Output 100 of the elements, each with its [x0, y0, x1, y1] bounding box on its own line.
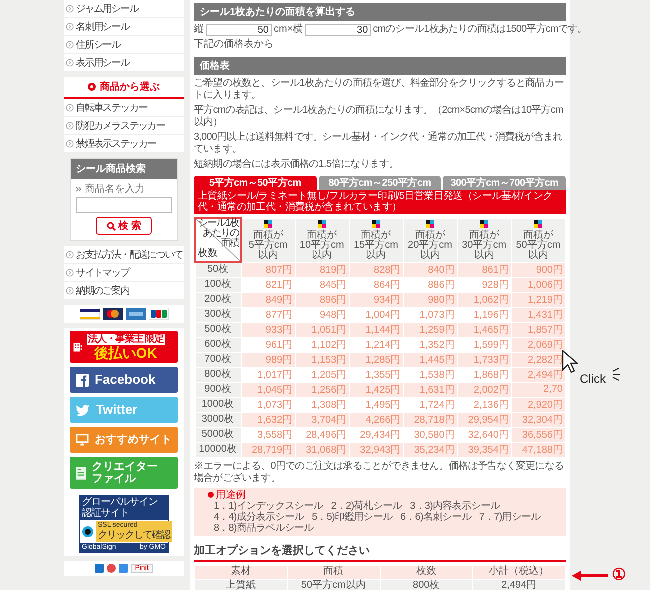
price-cell[interactable]: 2,70 [511, 382, 566, 397]
price-cell[interactable]: 886円 [403, 277, 458, 292]
size-tab[interactable]: 300平方cm～700平方cm [443, 176, 566, 190]
price-cell[interactable]: 877円 [241, 307, 296, 322]
price-cell[interactable]: 1,073円 [241, 397, 296, 412]
price-cell[interactable]: 1,465円 [457, 322, 512, 337]
price-cell[interactable]: 1,352円 [403, 337, 458, 352]
price-cell[interactable]: 1,153円 [295, 352, 350, 367]
sidebar-link[interactable]: 禁煙表示ステッカー [64, 135, 184, 153]
price-cell[interactable]: 1,259円 [403, 322, 458, 337]
price-cell[interactable]: 849円 [241, 292, 296, 307]
price-cell[interactable]: 1,445円 [403, 352, 458, 367]
price-cell[interactable]: 3,704円 [295, 412, 350, 427]
price-cell[interactable]: 1,431円 [511, 307, 566, 322]
price-cell[interactable]: 30,580円 [403, 427, 458, 442]
price-cell[interactable]: 1,073円 [403, 307, 458, 322]
price-cell[interactable]: 861円 [457, 262, 512, 277]
creator-file-banner[interactable]: クリエイター ファイル [70, 457, 178, 489]
price-cell[interactable]: 819円 [295, 262, 350, 277]
price-cell[interactable]: 1,006円 [511, 277, 566, 292]
price-cell[interactable]: 1,062円 [457, 292, 512, 307]
price-cell[interactable]: 989円 [241, 352, 296, 367]
sidebar-link[interactable]: ジャム用シール [64, 0, 184, 18]
price-cell[interactable]: 2,920円 [511, 397, 566, 412]
price-cell[interactable]: 1,495円 [349, 397, 404, 412]
size-tab[interactable]: 5平方cm～50平方cm [194, 176, 317, 190]
price-cell[interactable]: 31,068円 [295, 442, 350, 457]
price-cell[interactable]: 961円 [241, 337, 296, 352]
price-cell[interactable]: 896円 [295, 292, 350, 307]
price-cell[interactable]: 900円 [511, 262, 566, 277]
facebook-banner[interactable]: Facebook [70, 367, 178, 393]
recommended-sites-banner[interactable]: おすすめサイト [70, 427, 178, 453]
price-cell[interactable]: 1,285円 [349, 352, 404, 367]
price-cell[interactable]: 948円 [295, 307, 350, 322]
price-cell[interactable]: 933円 [241, 322, 296, 337]
sidebar-link[interactable]: サイトマップ [64, 264, 184, 282]
price-cell[interactable]: 3,558円 [241, 427, 296, 442]
price-cell[interactable]: 36,556円 [511, 427, 566, 442]
price-cell[interactable]: 1,051円 [295, 322, 350, 337]
price-cell[interactable]: 32,640円 [457, 427, 512, 442]
price-cell[interactable]: 32,943円 [349, 442, 404, 457]
height-field[interactable]: 50 [206, 24, 272, 36]
price-cell[interactable]: 29,434円 [349, 427, 404, 442]
price-cell[interactable]: 928円 [457, 277, 512, 292]
price-cell[interactable]: 828円 [349, 262, 404, 277]
price-cell[interactable]: 1,425円 [349, 382, 404, 397]
price-cell[interactable]: 1,632円 [241, 412, 296, 427]
price-cell[interactable]: 32,304円 [511, 412, 566, 427]
banner-label: クリエイター [92, 461, 158, 473]
price-cell[interactable]: 1,256円 [295, 382, 350, 397]
column-header: 面積が 30平方cm 以内 [457, 218, 512, 262]
price-cell[interactable]: 29,954円 [457, 412, 512, 427]
price-cell[interactable]: 28,496円 [295, 427, 350, 442]
price-cell[interactable]: 934円 [349, 292, 404, 307]
price-cell[interactable]: 1,733円 [457, 352, 512, 367]
column-header: 面積が 5平方cm 以内 [241, 218, 296, 262]
twitter-banner[interactable]: Twitter [70, 397, 178, 423]
price-cell[interactable]: 1,102円 [295, 337, 350, 352]
price-cell[interactable]: 807円 [241, 262, 296, 277]
price-cell[interactable]: 1,196円 [457, 307, 512, 322]
price-cell[interactable]: 1,599円 [457, 337, 512, 352]
price-cell[interactable]: 1,205円 [295, 367, 350, 382]
sidebar-link[interactable]: 防犯カメラステッカー [64, 117, 184, 135]
price-cell[interactable]: 1,219円 [511, 292, 566, 307]
price-cell[interactable]: 1,144円 [349, 322, 404, 337]
price-cell[interactable]: 2,069円 [511, 337, 566, 352]
price-cell[interactable]: 4,266円 [349, 412, 404, 427]
price-cell[interactable]: 1,857円 [511, 322, 566, 337]
size-tab[interactable]: 80平方cm～250平方cm [318, 176, 442, 190]
deferred-payment-banner[interactable]: 法人・事業主 限定 後払いOK [70, 331, 178, 363]
price-cell[interactable]: 47,188円 [511, 442, 566, 457]
search-button[interactable]: 検 索 [96, 217, 152, 235]
price-cell[interactable]: 864円 [349, 277, 404, 292]
price-cell[interactable]: 28,718円 [403, 412, 458, 427]
price-cell[interactable]: 1,538円 [403, 367, 458, 382]
sidebar-link[interactable]: 納期のご案内 [64, 282, 184, 300]
sidebar-link[interactable]: お支払方法・配送について [64, 246, 184, 264]
price-cell[interactable]: 840円 [403, 262, 458, 277]
price-cell[interactable]: 1,631円 [403, 382, 458, 397]
price-cell[interactable]: 1,308円 [295, 397, 350, 412]
sidebar-link[interactable]: 自転車ステッカー [64, 99, 184, 117]
price-cell[interactable]: 1,045円 [241, 382, 296, 397]
price-cell[interactable]: 2,002円 [457, 382, 512, 397]
price-cell[interactable]: 821円 [241, 277, 296, 292]
price-cell[interactable]: 845円 [295, 277, 350, 292]
price-cell[interactable]: 1,355円 [349, 367, 404, 382]
price-cell[interactable]: 1,004円 [349, 307, 404, 322]
price-cell[interactable]: 980円 [403, 292, 458, 307]
sidebar-link[interactable]: 住所シール [64, 36, 184, 54]
width-field[interactable]: 30 [305, 24, 372, 36]
price-cell[interactable]: 1,868円 [457, 367, 512, 382]
price-cell[interactable]: 2,136円 [457, 397, 512, 412]
price-cell[interactable]: 1,724円 [403, 397, 458, 412]
sidebar-link[interactable]: 名刺用シール [64, 18, 184, 36]
price-cell[interactable]: 1,214円 [349, 337, 404, 352]
price-cell[interactable]: 1,017円 [241, 367, 296, 382]
price-cell[interactable]: 39,354円 [457, 442, 512, 457]
price-cell[interactable]: 35,234円 [403, 442, 458, 457]
price-cell[interactable]: 28,719円 [241, 442, 296, 457]
sidebar-link[interactable]: 表示用シール [64, 54, 184, 72]
